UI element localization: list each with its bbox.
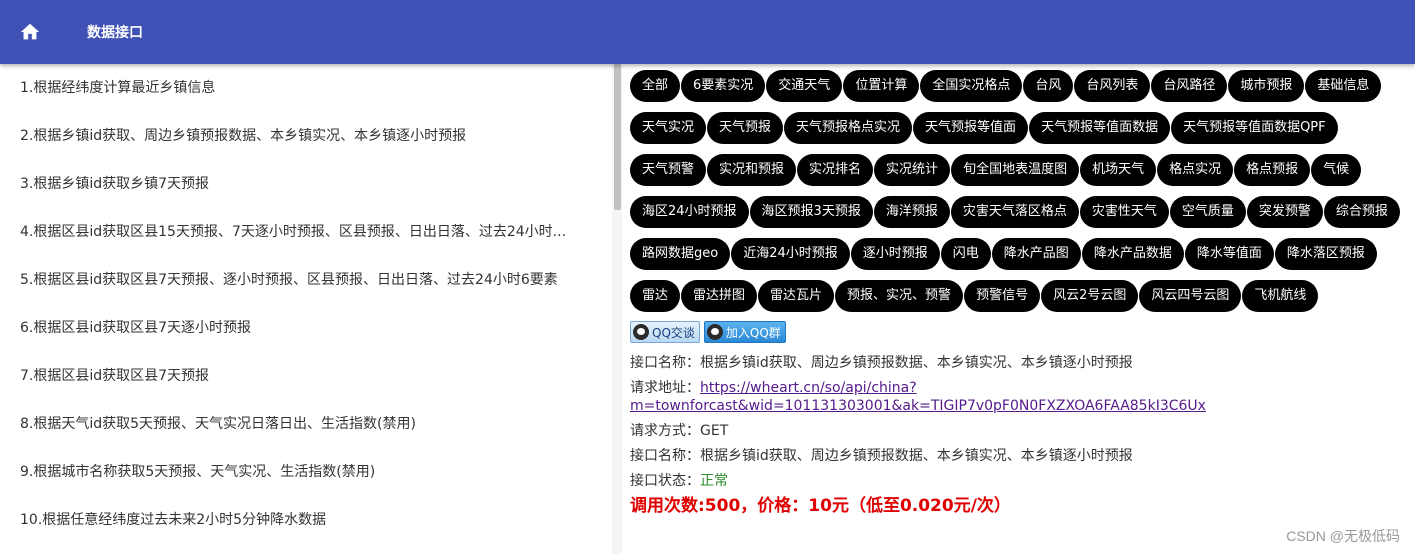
category-tags: 全部 6要素实况 交通天气 位置计算 全国实况格点 台风 台风列表 台风路径 城市预报 基础信息天… [630, 68, 1415, 320]
category-tag[interactable]: 飞机航线 [1242, 280, 1319, 312]
category-tag[interactable]: 气候 [1311, 154, 1362, 186]
category-tag[interactable]: 旬全国地表温度图 [951, 154, 1080, 186]
category-tag[interactable]: 降水落区预报 [1274, 238, 1377, 270]
category-tag[interactable]: 台风列表 [1074, 70, 1151, 102]
category-tag[interactable]: 全国实况格点 [920, 70, 1023, 102]
category-tag[interactable]: 路网数据geo [630, 238, 731, 270]
page-title: 数据接口 [87, 25, 143, 41]
qq-group-button[interactable]: 加入QQ群 [703, 321, 786, 343]
category-tag[interactable]: 雷达瓦片 [758, 280, 835, 312]
category-tag[interactable]: 逐小时预报 [850, 238, 940, 270]
category-tag[interactable]: 灾害天气落区格点 [950, 196, 1079, 228]
category-tag[interactable]: 台风路径 [1151, 70, 1228, 102]
info-method-row: 请求方式：GET [630, 422, 1415, 440]
api-list-item[interactable]: 1.根据经纬度计算最近乡镇信息 [0, 64, 600, 112]
category-tag[interactable]: 天气预报等值面数据QPF [1171, 112, 1338, 144]
category-tag[interactable]: 海洋预报 [873, 196, 950, 228]
api-url-line2: m=townforcast&wid=101131303001&ak=TIGIP7… [630, 398, 1206, 414]
category-tag[interactable]: 天气预报格点实况 [784, 112, 913, 144]
category-tag[interactable]: 预警信号 [964, 280, 1041, 312]
category-tag[interactable]: 台风 [1023, 70, 1074, 102]
qq-buttons: QQ交谈 加入QQ群 [630, 320, 1415, 344]
info-name-value: 根据乡镇id获取、周边乡镇预报数据、本乡镇实况、本乡镇逐小时预报 [700, 355, 1133, 371]
category-tag[interactable]: 天气预警 [630, 154, 707, 186]
home-icon [20, 23, 40, 40]
api-list-item[interactable]: 4.根据区县id获取区县15天预报、7天逐小时预报、区县预报、日出日落、过去24… [0, 208, 600, 256]
info-name-label: 接口名称： [630, 355, 700, 371]
category-tag[interactable]: 基础信息 [1305, 70, 1382, 102]
category-tag[interactable]: 实况统计 [874, 154, 951, 186]
info-method-value: GET [700, 423, 729, 439]
category-tag[interactable]: 交通天气 [766, 70, 843, 102]
category-tag[interactable]: 降水产品数据 [1081, 238, 1184, 270]
category-tag[interactable]: 风云四号云图 [1139, 280, 1242, 312]
info-name2-row: 接口名称：根据乡镇id获取、周边乡镇预报数据、本乡镇实况、本乡镇逐小时预报 [630, 447, 1415, 465]
category-tag[interactable]: 实况排名 [797, 154, 874, 186]
home-button[interactable] [0, 0, 60, 64]
qq-group-icon [706, 324, 723, 340]
category-tag[interactable]: 雷达拼图 [681, 280, 758, 312]
category-tag[interactable]: 机场天气 [1080, 154, 1157, 186]
call-count-price: 调用次数:500，价格：10元（低至0.020元/次） [630, 496, 1011, 516]
info-name2-label: 接口名称： [630, 448, 700, 464]
category-tag[interactable]: 近海24小时预报 [731, 238, 850, 270]
status-badge: 正常 [700, 473, 728, 489]
info-status-label: 接口状态： [630, 473, 700, 489]
category-tag[interactable]: 格点实况 [1157, 154, 1234, 186]
category-tag[interactable]: 预报、实况、预警 [835, 280, 964, 312]
info-method-label: 请求方式： [630, 423, 700, 439]
api-url-link[interactable]: https://wheart.cn/so/api/china? m=townfor… [630, 380, 1206, 414]
category-tag[interactable]: 格点预报 [1234, 154, 1311, 186]
category-tag[interactable]: 6要素实况 [681, 70, 766, 102]
api-info: 接口名称：根据乡镇id获取、周边乡镇预报数据、本乡镇实况、本乡镇逐小时预报 请求… [630, 354, 1415, 515]
info-name-row: 接口名称：根据乡镇id获取、周边乡镇预报数据、本乡镇实况、本乡镇逐小时预报 [630, 354, 1415, 372]
category-tag[interactable]: 实况和预报 [707, 154, 797, 186]
category-tag[interactable]: 全部 [630, 70, 681, 102]
category-tag[interactable]: 城市预报 [1228, 70, 1305, 102]
app-header: 数据接口 [0, 0, 1415, 64]
category-tag[interactable]: 雷达 [630, 280, 681, 312]
info-url-label: 请求地址： [630, 380, 700, 396]
category-tag[interactable]: 天气实况 [630, 112, 707, 144]
api-list-item[interactable]: 7.根据区县id获取区县7天预报 [0, 352, 600, 400]
info-status-row: 接口状态：正常 [630, 472, 1415, 490]
watermark: CSDN @无极低码 [1286, 528, 1400, 544]
api-list-item[interactable]: 8.根据天气id获取5天预报、天气实况日落日出、生活指数(禁用) [0, 400, 600, 448]
category-tag[interactable]: 突发预警 [1246, 196, 1323, 228]
category-tag[interactable]: 闪电 [940, 238, 991, 270]
api-list: 1.根据经纬度计算最近乡镇信息 2.根据乡镇id获取、周边乡镇预报数据、本乡镇实况… [0, 64, 612, 554]
category-tag[interactable]: 空气质量 [1169, 196, 1246, 228]
api-list-item[interactable]: 10.根据任意经纬度过去未来2小时5分钟降水数据 [0, 496, 600, 544]
category-tag[interactable]: 海区预报3天预报 [749, 196, 873, 228]
qq-chat-label: QQ交谈 [652, 325, 695, 340]
api-url-line1: https://wheart.cn/so/api/china? [700, 380, 917, 396]
category-tag[interactable]: 天气预报 [707, 112, 784, 144]
api-list-item[interactable]: 9.根据城市名称获取5天预报、天气实况、生活指数(禁用) [0, 448, 600, 496]
qq-chat-button[interactable]: QQ交谈 [630, 321, 700, 343]
qq-group-label: 加入QQ群 [725, 325, 781, 340]
category-tag[interactable]: 综合预报 [1323, 196, 1400, 228]
api-list-item[interactable]: 6.根据区县id获取区县7天逐小时预报 [0, 304, 600, 352]
category-tag[interactable]: 降水产品图 [991, 238, 1081, 270]
category-tag[interactable]: 天气预报等值面 [913, 112, 1029, 144]
scrollbar-thumb[interactable] [614, 64, 621, 210]
category-tag[interactable]: 灾害性天气 [1079, 196, 1169, 228]
api-list-item[interactable]: 2.根据乡镇id获取、周边乡镇预报数据、本乡镇实况、本乡镇逐小时预报 [0, 112, 600, 160]
category-tag[interactable]: 天气预报等值面数据 [1029, 112, 1171, 144]
category-tag[interactable]: 降水等值面 [1184, 238, 1274, 270]
qq-penguin-icon [633, 324, 649, 340]
api-list-item[interactable]: 3.根据乡镇id获取乡镇7天预报 [0, 160, 600, 208]
info-url-row: 请求地址：https://wheart.cn/so/api/china? m=to… [630, 379, 1415, 415]
category-tag[interactable]: 海区24小时预报 [630, 196, 749, 228]
category-tag[interactable]: 位置计算 [843, 70, 920, 102]
info-name2-value: 根据乡镇id获取、周边乡镇预报数据、本乡镇实况、本乡镇逐小时预报 [700, 448, 1133, 464]
detail-panel: 全部 6要素实况 交通天气 位置计算 全国实况格点 台风 台风列表 台风路径 城市预报 基础信息天… [630, 68, 1415, 554]
category-tag[interactable]: 风云2号云图 [1041, 280, 1139, 312]
api-list-item[interactable]: 5.根据区县id获取区县7天预报、逐小时预报、区县预报、日出日落、过去24小时6… [0, 256, 600, 304]
